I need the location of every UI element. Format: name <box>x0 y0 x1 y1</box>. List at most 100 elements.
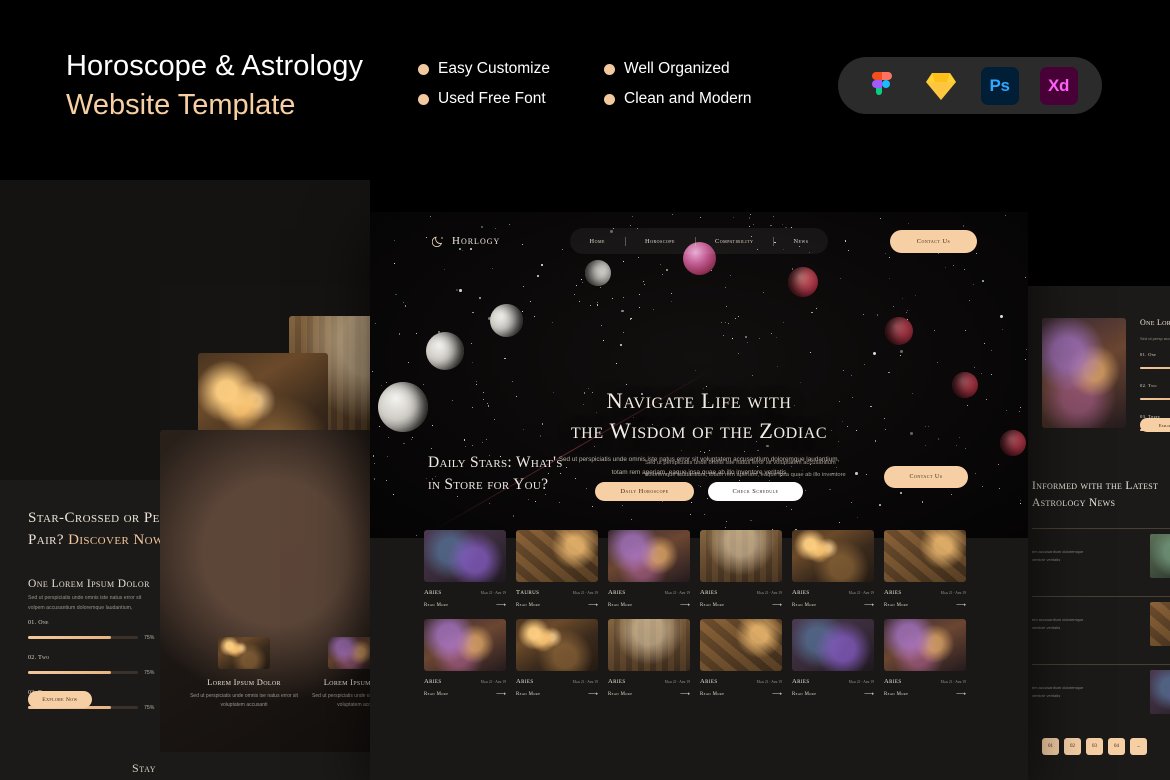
center-card-image <box>218 637 270 669</box>
pagination-item[interactable]: ... <box>1130 738 1147 755</box>
nav-item-home[interactable]: Home <box>590 238 605 245</box>
arrow-right-icon: ⟶ <box>588 691 598 698</box>
check-schedule-button[interactable]: Check Schedule <box>708 482 803 501</box>
contact-us-button[interactable]: Contact Us <box>890 230 977 253</box>
zodiac-card-meta: Aries Mar 21 - Apr 19 <box>516 678 598 685</box>
zodiac-card-meta: Aries Mar 21 - Apr 19 <box>792 589 874 596</box>
zodiac-sign-name: Aries <box>516 678 534 685</box>
zodiac-card[interactable]: Aries Mar 21 - Apr 19 Read More ⟶ <box>608 619 690 698</box>
zodiac-date-range: Mar 21 - Apr 19 <box>849 591 874 595</box>
explore-now-button[interactable]: Explore Now <box>28 691 92 708</box>
read-more-link[interactable]: Read More <box>516 692 540 697</box>
zodiac-card[interactable]: Aries Mar 21 - Apr 19 Read More ⟶ <box>792 619 874 698</box>
read-more-link[interactable]: Read More <box>792 603 816 608</box>
divider <box>1032 596 1170 597</box>
zodiac-card-action[interactable]: Read More ⟶ <box>516 691 598 698</box>
bullet-dot-icon <box>418 94 429 105</box>
zodiac-card-action[interactable]: Read More ⟶ <box>516 602 598 609</box>
zodiac-card[interactable]: Aries Mar 21 - Apr 19 Read More ⟶ <box>792 530 874 609</box>
pagination-item[interactable]: 02 <box>1064 738 1081 755</box>
zodiac-card-action[interactable]: Read More ⟶ <box>424 691 506 698</box>
nav-item-compatibility[interactable]: Compatibility <box>715 238 753 245</box>
bullet-dot-icon <box>604 94 615 105</box>
hero-paragraph-line2: totam rem aperiam, eaque ipsa quae ab il… <box>370 467 1028 480</box>
zodiac-card-action[interactable]: Read More ⟶ <box>700 602 782 609</box>
zodiac-card[interactable]: Aries Mar 21 - Apr 19 Read More ⟶ <box>884 619 966 698</box>
nav-menu: Home Horoscope Compatibility News <box>570 228 828 254</box>
pagination-item[interactable]: 01 <box>1042 738 1059 755</box>
zodiac-date-range: Mar 21 - Apr 19 <box>573 680 598 684</box>
promo-title-block: Horoscope & Astrology Website Template <box>66 50 363 122</box>
read-more-link[interactable]: Read More <box>792 692 816 697</box>
right-panel-explore-button[interactable]: Explore <box>1140 418 1170 432</box>
read-more-link[interactable]: Read More <box>700 692 724 697</box>
zodiac-card-action[interactable]: Read More ⟶ <box>608 602 690 609</box>
zodiac-card[interactable]: Aries Mar 21 - Apr 19 Read More ⟶ <box>424 619 506 698</box>
zodiac-card-meta: Aries Mar 21 - Apr 19 <box>792 678 874 685</box>
zodiac-sign-name: Aries <box>424 678 442 685</box>
progress-row: 01. One 75% <box>28 620 168 647</box>
feature-item: Used Free Font <box>418 90 604 108</box>
sketch-icon <box>922 67 960 105</box>
zodiac-card-action[interactable]: Read More ⟶ <box>608 691 690 698</box>
feature-list: Easy Customize Well Organized Used Free … <box>418 60 818 108</box>
zodiac-card[interactable]: Aries Mar 21 - Apr 19 Read More ⟶ <box>516 619 598 698</box>
zodiac-card-action[interactable]: Read More ⟶ <box>884 691 966 698</box>
progress-fill <box>28 671 111 674</box>
progress-fill <box>28 636 111 639</box>
zodiac-card[interactable]: Aries Mar 21 - Apr 19 Read More ⟶ <box>884 530 966 609</box>
read-more-link[interactable]: Read More <box>608 603 632 608</box>
zodiac-card-action[interactable]: Read More ⟶ <box>700 691 782 698</box>
nav-separator <box>695 237 696 246</box>
read-more-link[interactable]: Read More <box>424 603 448 608</box>
zodiac-card-image <box>700 530 782 582</box>
arrow-right-icon: ⟶ <box>772 691 782 698</box>
nav-item-horoscope[interactable]: Horoscope <box>645 238 675 245</box>
zodiac-date-range: Mar 21 - Apr 19 <box>665 680 690 684</box>
zodiac-card[interactable]: Aries Mar 21 - Apr 19 Read More ⟶ <box>700 619 782 698</box>
daily-horoscope-button[interactable]: Daily Horoscope <box>595 482 694 501</box>
zodiac-card[interactable]: Aries Mar 21 - Apr 19 Read More ⟶ <box>608 530 690 609</box>
read-more-link[interactable]: Read More <box>700 603 724 608</box>
pagination-item[interactable]: 04 <box>1108 738 1125 755</box>
zodiac-card[interactable]: Aries Mar 21 - Apr 19 Read More ⟶ <box>700 530 782 609</box>
center-card[interactable]: Lorem Ipsum Dolor Sed ut perspiciatis un… <box>190 637 298 710</box>
nav-item-news[interactable]: News <box>793 238 808 245</box>
zodiac-card[interactable]: Aries Mar 21 - Apr 19 Read More ⟶ <box>424 530 506 609</box>
brand-logo[interactable]: Horlogy <box>432 235 500 248</box>
news-row[interactable]: em accusantium doloremque ventore verita… <box>1032 602 1170 658</box>
zodiac-card-meta: Aries Mar 21 - Apr 19 <box>424 678 506 685</box>
zodiac-card-meta: Aries Mar 21 - Apr 19 <box>700 678 782 685</box>
news-row[interactable]: em accusantium doloremque ventore verita… <box>1032 534 1170 590</box>
feature-label: Well Organized <box>624 60 730 78</box>
news-row-text: em accusantium doloremque ventore verita… <box>1032 548 1094 563</box>
pagination-item[interactable]: 03 <box>1086 738 1103 755</box>
zodiac-sign-name: Aries <box>792 678 810 685</box>
right-panel-body: Sed ut persp accusantium d <box>1140 335 1170 343</box>
zodiac-card-action[interactable]: Read More ⟶ <box>792 691 874 698</box>
read-more-link[interactable]: Read More <box>516 603 540 608</box>
zodiac-card-action[interactable]: Read More ⟶ <box>792 602 874 609</box>
read-more-link[interactable]: Read More <box>884 692 908 697</box>
read-more-link[interactable]: Read More <box>884 603 908 608</box>
arrow-right-icon: ⟶ <box>588 602 598 609</box>
news-heading-line2: Astrology News <box>1032 495 1170 512</box>
zodiac-card-meta: Aries Mar 21 - Apr 19 <box>424 589 506 596</box>
brand-name: Horlogy <box>452 235 500 247</box>
zodiac-card-action[interactable]: Read More ⟶ <box>424 602 506 609</box>
read-more-link[interactable]: Read More <box>608 692 632 697</box>
arrow-right-icon: ⟶ <box>496 602 506 609</box>
right-panel-subheading: One Lor <box>1140 318 1170 327</box>
news-row[interactable]: em accusantium doloremque ventore verita… <box>1032 670 1170 726</box>
stay-label: Stay <box>132 761 156 776</box>
hero-headline: Navigate Life with the Wisdom of the Zod… <box>370 386 1028 447</box>
read-more-link[interactable]: Read More <box>424 692 448 697</box>
zodiac-card[interactable]: Taurus Mar 21 - Apr 19 Read More ⟶ <box>516 530 598 609</box>
app-compatibility-bar: Ps Xd <box>838 57 1102 114</box>
navigation-bar: Horlogy Home Horoscope Compatibility New… <box>370 212 1028 270</box>
zodiac-sign-name: Aries <box>700 678 718 685</box>
moon-phase-icon <box>885 317 913 345</box>
zodiac-card-action[interactable]: Read More ⟶ <box>884 602 966 609</box>
nav-separator <box>773 237 774 246</box>
zodiac-sign-name: Aries <box>424 589 442 596</box>
